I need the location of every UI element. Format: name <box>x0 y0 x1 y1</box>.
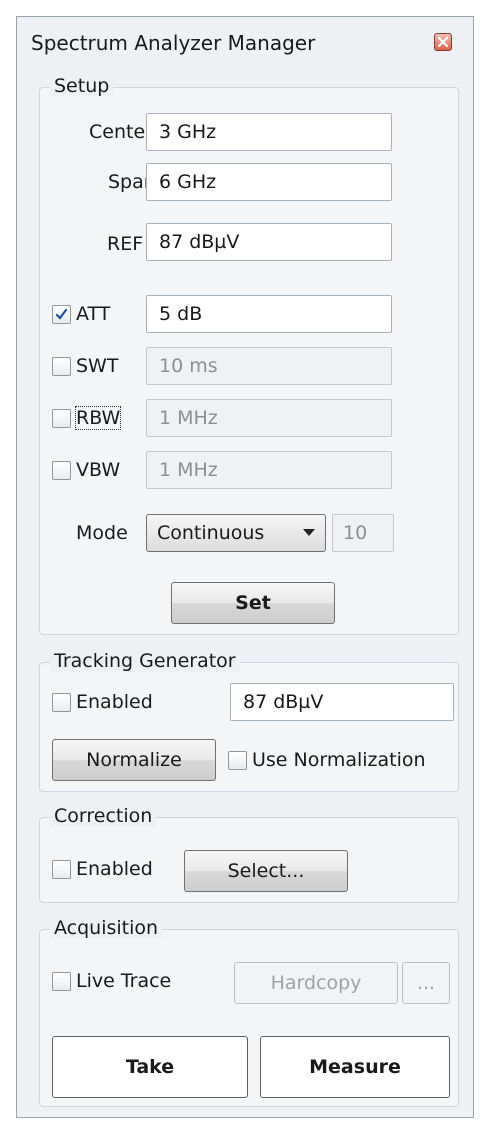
rbw-checkbox[interactable] <box>52 409 71 428</box>
mode-label: Mode <box>76 522 128 544</box>
hardcopy-options-button[interactable]: ... <box>402 962 450 1004</box>
att-label: ATT <box>76 303 111 325</box>
title-bar: Spectrum Analyzer Manager <box>17 17 473 69</box>
close-icon <box>437 36 449 48</box>
correction-label: Correction <box>50 805 157 827</box>
correction-group: Correction Enabled Select... <box>39 805 459 903</box>
ref-label: REF <box>107 233 144 255</box>
correction-enabled-checkbox[interactable] <box>52 860 71 879</box>
correction-enabled-label: Enabled <box>76 858 153 880</box>
close-button[interactable] <box>434 33 452 51</box>
measure-button[interactable]: Measure <box>260 1036 450 1098</box>
tracking-enabled-checkbox[interactable] <box>52 693 71 712</box>
live-trace-checkbox[interactable] <box>52 972 71 991</box>
spectrum-analyzer-window: Spectrum Analyzer Manager Setup Center 3… <box>16 16 474 1118</box>
ref-field[interactable]: 87 dBµV <box>146 223 392 261</box>
att-field[interactable]: 5 dB <box>146 295 392 333</box>
tracking-generator-label: Tracking Generator <box>50 650 240 672</box>
vbw-checkbox[interactable] <box>52 461 71 480</box>
use-normalization-label: Use Normalization <box>252 749 426 771</box>
swt-checkbox[interactable] <box>52 357 71 376</box>
acquisition-label: Acquisition <box>50 917 163 939</box>
select-button[interactable]: Select... <box>184 850 348 892</box>
rbw-field[interactable]: 1 MHz <box>146 399 392 437</box>
setup-group: Setup Center 3 GHz Span 6 GHz REF 87 dBµ… <box>39 75 459 635</box>
live-trace-label: Live Trace <box>76 970 172 992</box>
mode-dropdown[interactable]: Continuous <box>146 514 326 552</box>
window-title: Spectrum Analyzer Manager <box>31 31 316 55</box>
tracking-generator-group: Tracking Generator Enabled 87 dBµV Norma… <box>39 650 459 792</box>
setup-group-label: Setup <box>50 75 114 97</box>
swt-label: SWT <box>76 355 119 377</box>
vbw-label: VBW <box>76 459 121 481</box>
vbw-field[interactable]: 1 MHz <box>146 451 392 489</box>
center-label: Center <box>89 121 153 143</box>
rbw-label: RBW <box>74 406 122 430</box>
acquisition-group: Acquisition Live Trace Hardcopy ... Take… <box>39 917 459 1107</box>
set-button[interactable]: Set <box>171 582 335 624</box>
mode-count-field[interactable]: 10 <box>332 514 394 552</box>
att-checkbox[interactable] <box>52 305 71 324</box>
hardcopy-button[interactable]: Hardcopy <box>234 962 398 1004</box>
mode-dropdown-value: Continuous <box>157 522 265 544</box>
use-normalization-checkbox[interactable] <box>228 751 247 770</box>
tracking-level-field[interactable]: 87 dBµV <box>230 683 454 721</box>
take-button[interactable]: Take <box>52 1036 248 1098</box>
center-field[interactable]: 3 GHz <box>146 113 392 151</box>
chevron-down-icon <box>303 529 315 536</box>
normalize-button[interactable]: Normalize <box>52 739 216 781</box>
swt-field[interactable]: 10 ms <box>146 347 392 385</box>
tracking-enabled-label: Enabled <box>76 691 153 713</box>
checkmark-icon <box>55 308 68 320</box>
span-field[interactable]: 6 GHz <box>146 163 392 201</box>
